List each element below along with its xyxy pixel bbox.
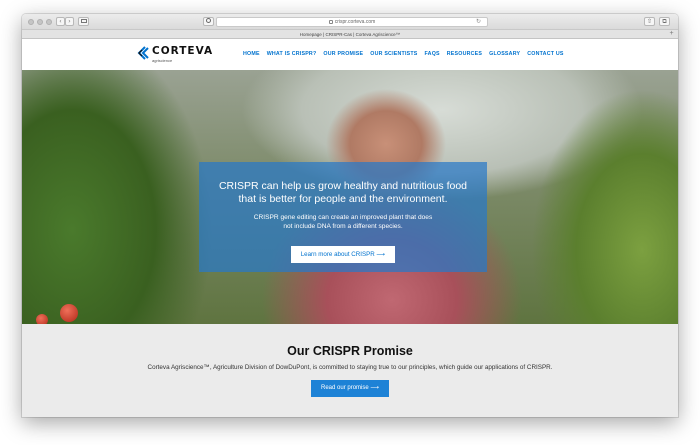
close-window-button[interactable] <box>28 19 34 25</box>
hero-headline-line-2: that is better for people and the enviro… <box>238 193 448 205</box>
hero-subtext: CRISPR gene editing can create an improv… <box>199 213 487 231</box>
tomato-decoration <box>60 304 78 322</box>
minimize-window-button[interactable] <box>37 19 43 25</box>
hero-subtext-line-2: not include DNA from a different species… <box>283 223 403 230</box>
browser-toolbar: ‹ › crispr.corteva.com ↻ ⇧ ⧉ <box>22 14 678 30</box>
corteva-logo-icon[interactable] <box>136 46 150 60</box>
promise-title: Our CRISPR Promise <box>287 344 413 358</box>
nav-our-scientists[interactable]: OUR SCIENTISTS <box>370 51 417 57</box>
nav-our-promise[interactable]: OUR PROMISE <box>323 51 363 57</box>
promise-text: Corteva Agriscience™, Agriculture Divisi… <box>147 364 553 371</box>
brand-subtitle: agriscience <box>152 58 173 63</box>
address-bar[interactable]: crispr.corteva.com ↻ <box>216 17 488 27</box>
back-button[interactable]: ‹ <box>56 17 65 26</box>
learn-more-button[interactable]: Learn more about CRISPR ⟶ <box>291 246 395 263</box>
site-header: CORTEVA agriscience HOME WHAT IS CRISPR?… <box>22 39 678 72</box>
tab-bar: Homepage | CRISPR-Cas | Corteva Agriscie… <box>22 30 678 39</box>
nav-resources[interactable]: RESOURCES <box>447 51 482 57</box>
sidebar-toggle-button[interactable] <box>78 17 89 26</box>
sidebar-icon <box>80 19 87 23</box>
nav-glossary[interactable]: GLOSSARY <box>489 51 520 57</box>
zoom-window-button[interactable] <box>46 19 52 25</box>
tabs-overview-button[interactable]: ⧉ <box>659 17 670 26</box>
nav-faqs[interactable]: FAQS <box>425 51 440 57</box>
nav-what-is-crispr[interactable]: WHAT IS CRISPR? <box>267 51 317 57</box>
forward-button[interactable]: › <box>65 17 74 26</box>
info-icon <box>206 18 211 23</box>
url-text: crispr.corteva.com <box>334 19 376 25</box>
hero-message-box: CRISPR can help us grow healthy and nutr… <box>199 162 487 272</box>
nav-home[interactable]: HOME <box>243 51 260 72</box>
reload-icon[interactable]: ↻ <box>476 19 481 26</box>
hero-subtext-line-1: CRISPR gene editing can create an improv… <box>253 214 433 221</box>
tomato-decoration <box>36 314 48 324</box>
read-promise-button[interactable]: Read our promise ⟶ <box>311 380 389 397</box>
browser-window: ‹ › crispr.corteva.com ↻ ⇧ ⧉ Homepage | … <box>22 14 678 417</box>
share-button[interactable]: ⇧ <box>644 17 655 26</box>
lock-icon <box>328 19 333 24</box>
hero-banner: CRISPR can help us grow healthy and nutr… <box>22 70 678 324</box>
info-button[interactable] <box>203 17 214 26</box>
promise-section: Our CRISPR Promise Corteva Agriscience™,… <box>22 324 678 417</box>
hero-headline-line-1: CRISPR can help us grow healthy and nutr… <box>218 180 468 192</box>
hero-headline: CRISPR can help us grow healthy and nutr… <box>199 180 487 206</box>
main-nav: HOME WHAT IS CRISPR? OUR PROMISE OUR SCI… <box>243 51 571 72</box>
new-tab-button[interactable]: + <box>667 30 676 38</box>
brand-name[interactable]: CORTEVA <box>152 45 213 57</box>
nav-contact-us[interactable]: CONTACT US <box>527 51 563 57</box>
active-tab-title[interactable]: Homepage | CRISPR-Cas | Corteva Agriscie… <box>300 32 400 37</box>
